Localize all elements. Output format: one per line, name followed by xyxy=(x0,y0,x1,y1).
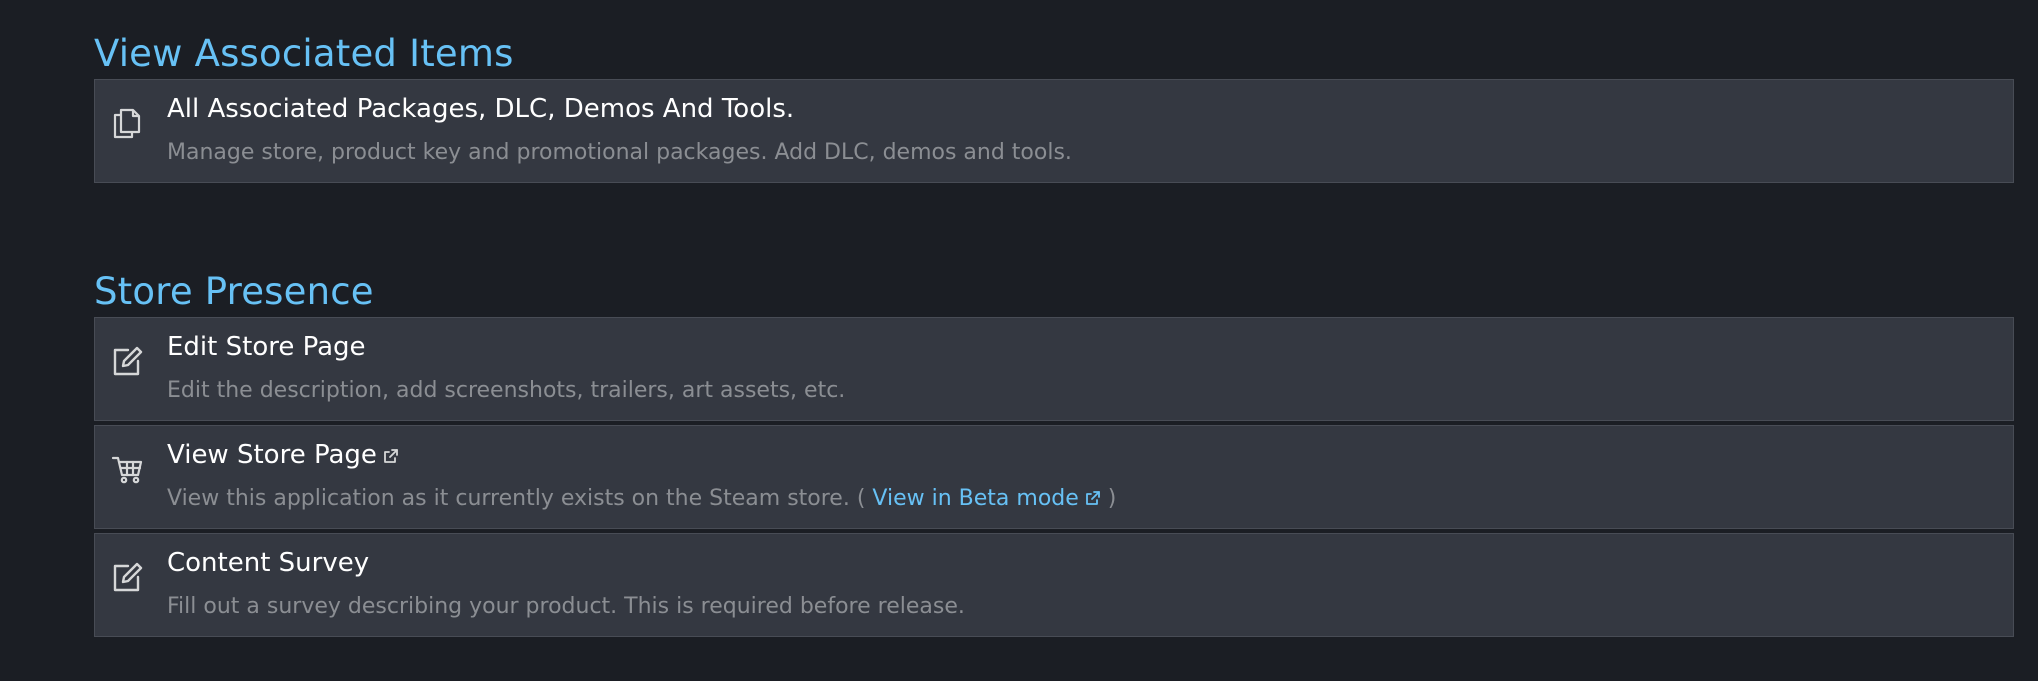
row-description: Manage store, product key and promotiona… xyxy=(167,140,1072,165)
view-in-beta-mode-link[interactable]: View in Beta mode xyxy=(872,486,1100,511)
row-associated-packages[interactable]: All Associated Packages, DLC, Demos And … xyxy=(94,79,2014,183)
row-title: Edit Store Page xyxy=(167,332,366,362)
row-description: View this application as it currently ex… xyxy=(167,486,1116,511)
section-title: View Associated Items xyxy=(94,32,514,75)
row-view-store-page[interactable]: View Store Page View this application as… xyxy=(94,425,2014,529)
section-view-associated-items: View Associated Items All Associated Pac… xyxy=(94,29,2014,183)
row-edit-store-page[interactable]: Edit Store Page Edit the description, ad… xyxy=(94,317,2014,421)
row-title: View Store Page xyxy=(167,440,399,470)
row-title: Content Survey xyxy=(167,548,370,578)
shopping-cart-icon xyxy=(110,452,144,486)
external-link-icon xyxy=(1085,490,1101,506)
row-description-suffix: ) xyxy=(1100,486,1117,511)
row-title-text: View Store Page xyxy=(167,440,377,470)
row-content-survey[interactable]: Content Survey Fill out a survey describ… xyxy=(94,533,2014,637)
row-title: All Associated Packages, DLC, Demos And … xyxy=(167,94,795,124)
app-admin-page: View Associated Items All Associated Pac… xyxy=(0,0,2038,681)
external-link-icon xyxy=(383,448,399,464)
document-copy-icon xyxy=(110,106,144,140)
row-description: Edit the description, add screenshots, t… xyxy=(167,378,846,403)
section-title: Store Presence xyxy=(94,270,374,313)
beta-link-label: View in Beta mode xyxy=(872,486,1079,511)
section-store-presence: Store Presence Edit Store Page Edit the … xyxy=(94,267,2014,637)
edit-icon xyxy=(110,344,144,378)
row-description-prefix: View this application as it currently ex… xyxy=(167,486,873,511)
row-description: Fill out a survey describing your produc… xyxy=(167,594,965,619)
edit-icon xyxy=(110,560,144,594)
